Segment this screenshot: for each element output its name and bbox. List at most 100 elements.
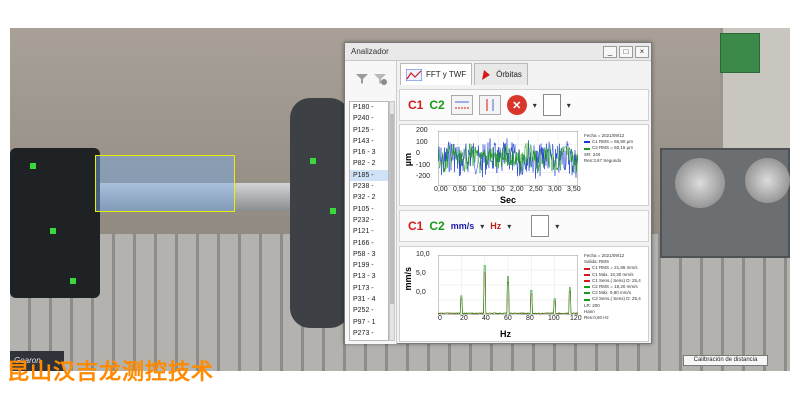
fft-x-label: Hz (500, 329, 511, 339)
tab-orbitas[interactable]: Órbitas (474, 63, 528, 85)
tab-bar: FFT y TWF Órbitas (400, 63, 528, 85)
point-list-item[interactable]: P82 - 2 (350, 158, 388, 169)
point-list-item[interactable]: P143 - (350, 136, 388, 147)
legend-swatch (584, 141, 590, 144)
tab-label: FFT y TWF (426, 70, 467, 79)
twf-x-tick-label: 2,00 (510, 186, 524, 193)
point-list-item[interactable]: P58 - 3 (350, 249, 388, 260)
twf-y-tick-label: 100 (416, 138, 428, 146)
twf-x-label: Sec (500, 195, 517, 205)
point-list-item[interactable]: P31 - 4 (350, 294, 388, 305)
scrollbar-thumb[interactable] (390, 114, 394, 304)
roi-selection[interactable] (95, 155, 235, 212)
channel-c2-toggle[interactable]: C2 (429, 219, 444, 233)
point-list-item[interactable]: P185 - (350, 169, 388, 182)
fft-y-tick-label: 0,0 (416, 289, 426, 296)
fft-x-tick-label: 120 (570, 315, 582, 322)
fft-y-label: mm/s (403, 267, 413, 291)
point-list-item[interactable]: P252 - (350, 305, 388, 316)
dropdown-arrow-icon[interactable]: ▾ (480, 222, 484, 231)
unit-select[interactable]: mm/s (451, 221, 475, 231)
fft-spectrum-chart (438, 255, 578, 315)
tab-label: Órbitas (496, 70, 522, 79)
dropdown-arrow-icon[interactable]: ▾ (533, 101, 537, 110)
point-list-item[interactable]: P32 - 2 (350, 192, 388, 203)
export-document-button[interactable] (542, 94, 561, 116)
point-list-item[interactable]: P232 - (350, 215, 388, 226)
twf-legend: Fecha = 2021/09/12 C1 RMS = 66,90 µm C2 RM… (584, 133, 633, 164)
filter-clear-icon[interactable] (373, 72, 387, 86)
baseline-button[interactable] (450, 95, 473, 115)
filter-icon[interactable] (355, 72, 369, 86)
cursor-button[interactable] (478, 95, 501, 115)
scene-motor (10, 148, 100, 298)
stop-button[interactable]: ✕ (506, 95, 527, 115)
point-list-item[interactable]: P166 - (350, 238, 388, 249)
point-list-item[interactable]: P199 - (350, 260, 388, 271)
legend-swatch (584, 298, 590, 301)
fft-x-tick-label: 80 (526, 315, 534, 322)
fft-x-tick-label: 0 (438, 315, 442, 322)
point-list-item[interactable]: P121 - (350, 226, 388, 237)
twf-y-label: µm (403, 153, 413, 167)
fft-y-tick-label: 5,0 (416, 270, 426, 277)
dropdown-arrow-icon[interactable]: ▾ (567, 101, 571, 110)
twf-waveform-chart (438, 131, 578, 186)
point-list-item[interactable]: P16 - 3 (350, 147, 388, 158)
point-list-item[interactable]: P13 - 3 (350, 271, 388, 282)
point-list-item[interactable]: P180 - (350, 102, 388, 113)
fft-y-tick-label: 10,0 (416, 251, 430, 258)
point-list-item[interactable]: P240 - (350, 113, 388, 124)
twf-x-tick-label: 3,50 (567, 186, 581, 193)
dropdown-arrow-icon[interactable]: ▾ (507, 222, 511, 231)
maximize-button[interactable]: □ (619, 45, 633, 58)
tracking-point (70, 278, 76, 284)
window-titlebar[interactable]: Analizador _ □ × (345, 43, 651, 61)
channel-c1-toggle[interactable]: C1 (408, 98, 423, 112)
channel-c1-toggle[interactable]: C1 (408, 219, 423, 233)
point-list-item[interactable]: P238 - (350, 181, 388, 192)
point-list-item[interactable]: P197 - (350, 339, 388, 340)
watermark-text: 昆山汉吉龙测控技术 (7, 359, 215, 385)
twf-y-tick-label: -100 (416, 161, 431, 169)
legend-text: Res:0,60 Hz (584, 315, 609, 321)
point-list[interactable]: P180 - P240 - P125 - P143 - P16 - 3 P82 - 2 P1… (349, 101, 389, 341)
twf-plot: µm 200 100 0 -100 -200 0,00 0,50 1,00 1,50 2,00 2… (399, 124, 649, 206)
orbit-icon (482, 69, 491, 80)
legend-swatch (584, 292, 590, 295)
analyzer-window: Analizador _ □ × P180 - P240 - P125 - P143 … (344, 42, 652, 344)
minimize-button[interactable]: _ (603, 45, 617, 58)
window-title: Analizador (351, 47, 389, 56)
tracking-point (310, 158, 316, 164)
point-list-scrollbar[interactable] (389, 101, 395, 341)
scene-pulley (675, 158, 725, 208)
scene-pulley (745, 158, 790, 203)
chart-line-icon (406, 68, 422, 81)
fft-legend: Fecha = 2021/09/12 Salida: RMS C1 RMS = 21… (584, 253, 641, 321)
fft-x-tick-label: 40 (482, 315, 490, 322)
legend-swatch (584, 279, 590, 282)
baseline-icon (454, 101, 469, 109)
twf-x-tick-label: 1,00 (472, 186, 486, 193)
close-button[interactable]: × (635, 45, 649, 58)
fft-x-tick-label: 60 (504, 315, 512, 322)
tab-fft-twf[interactable]: FFT y TWF (400, 63, 473, 85)
twf-x-tick-label: 0,00 (434, 186, 448, 193)
frequency-unit-select[interactable]: Hz (490, 221, 501, 231)
point-list-item[interactable]: P125 - (350, 125, 388, 136)
export-document-button[interactable] (531, 215, 550, 237)
point-list-item[interactable]: P173 - (350, 283, 388, 294)
channel-c2-toggle[interactable]: C2 (429, 98, 444, 112)
point-list-item[interactable]: P97 - 1 (350, 317, 388, 328)
points-panel: P180 - P240 - P125 - P143 - P16 - 3 P82 - 2 P1… (345, 61, 397, 344)
fft-x-tick-label: 20 (460, 315, 468, 322)
twf-toolbar: C1 C2 ✕ ▾ ▾ (399, 89, 649, 121)
dropdown-arrow-icon[interactable]: ▾ (555, 222, 559, 231)
point-list-item[interactable]: P273 - (350, 328, 388, 339)
calibration-button[interactable]: Calibración de distancia (683, 355, 768, 366)
legend-swatch (584, 286, 590, 289)
twf-y-tick-label: -200 (416, 173, 431, 180)
cursor-icon (486, 99, 494, 111)
point-list-item[interactable]: P105 - (350, 204, 388, 215)
twf-y-tick-label: 0 (416, 150, 420, 157)
